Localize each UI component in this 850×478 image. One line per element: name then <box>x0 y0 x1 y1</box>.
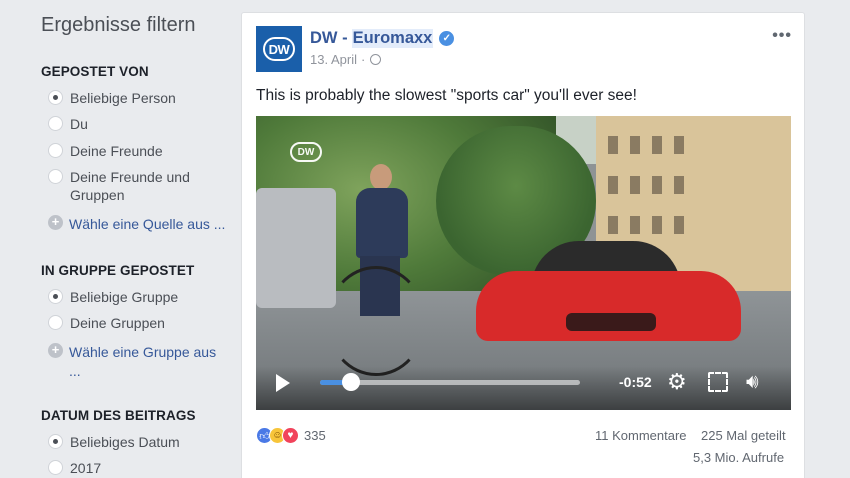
reactions-summary[interactable]: 👍︎ ☺ ♥ 335 <box>256 427 326 444</box>
choose-source-label[interactable]: Wähle eine Quelle aus ... <box>69 215 225 234</box>
section-posted-in-group: IN GRUPPE GEPOSTET <box>41 263 195 278</box>
radio-icon[interactable] <box>48 289 63 304</box>
filter-sidebar: Ergebnisse filtern GEPOSTET VON Beliebig… <box>0 0 240 478</box>
video-bicycle <box>326 266 426 376</box>
page-name-highlight[interactable]: Euromaxx <box>351 29 434 48</box>
radio-icon[interactable] <box>48 116 63 131</box>
video-parked-car <box>256 188 336 308</box>
globe-icon <box>370 54 382 65</box>
option-your-groups[interactable]: Deine Gruppen <box>48 314 165 332</box>
plus-icon: + <box>48 343 63 358</box>
option-any-date[interactable]: Beliebiges Datum <box>48 433 180 451</box>
views-count: 5,3 Mio. Aufrufe <box>693 450 785 465</box>
page-name-prefix[interactable]: DW - <box>310 29 348 48</box>
volume-icon[interactable]: 🔊︎ <box>746 371 759 393</box>
filter-title: Ergebnisse filtern <box>41 14 196 36</box>
option-label: Deine Gruppen <box>70 315 165 331</box>
post-date-link[interactable]: 13. April <box>310 52 357 67</box>
option-2017[interactable]: 2017 <box>48 459 101 477</box>
post-meta: 13. April · <box>310 52 382 67</box>
choose-group-link[interactable]: + Wähle eine Gruppe aus ... <box>41 343 231 381</box>
gear-icon[interactable]: ⚙ <box>667 371 687 393</box>
page-avatar[interactable]: DW <box>256 26 302 72</box>
radio-icon[interactable] <box>48 90 63 105</box>
play-icon[interactable] <box>276 374 290 392</box>
more-options-icon[interactable]: ••• <box>772 27 792 45</box>
section-posted-by: GEPOSTET VON <box>41 64 149 79</box>
plus-icon: + <box>48 215 63 230</box>
video-time-remaining: -0:52 <box>619 374 652 390</box>
post-text: This is probably the slowest "sports car… <box>256 87 637 104</box>
option-friends-and-groups[interactable]: Deine Freunde und Gruppen <box>48 168 218 204</box>
comments-count-link[interactable]: 11 Kommentare <box>595 428 687 443</box>
choose-group-label[interactable]: Wähle eine Gruppe aus ... <box>69 343 231 381</box>
verified-badge-icon: ✓ <box>439 31 455 46</box>
post-card: DW DW - Euromaxx ✓ 13. April · ••• This … <box>241 12 805 478</box>
dw-logo-icon: DW <box>263 37 295 61</box>
option-label: Beliebige Person <box>70 90 176 106</box>
radio-icon[interactable] <box>48 169 63 184</box>
option-label: Deine Freunde <box>70 143 163 159</box>
choose-source-link[interactable]: + Wähle eine Quelle aus ... <box>48 215 233 234</box>
radio-icon[interactable] <box>48 315 63 330</box>
radio-icon[interactable] <box>48 460 63 475</box>
option-label: Beliebiges Datum <box>70 434 180 450</box>
option-you[interactable]: Du <box>48 115 88 133</box>
date-separator: · <box>360 52 366 67</box>
option-label: Deine Freunde und Gruppen <box>70 169 190 203</box>
video-red-car <box>476 241 741 351</box>
section-post-date: DATUM DES BEITRAGS <box>41 408 196 423</box>
dw-watermark-icon: DW <box>290 142 322 162</box>
option-friends[interactable]: Deine Freunde <box>48 142 163 160</box>
reaction-count[interactable]: 335 <box>304 428 326 443</box>
fullscreen-icon[interactable] <box>708 372 728 392</box>
option-label: 2017 <box>70 460 102 476</box>
radio-icon[interactable] <box>48 434 63 449</box>
page-name-link[interactable]: DW - Euromaxx ✓ <box>310 29 455 48</box>
option-any-person[interactable]: Beliebige Person <box>48 89 176 107</box>
video-player[interactable]: DW -0:52 ⚙ 🔊︎ <box>256 116 791 410</box>
option-label: Beliebige Gruppe <box>70 289 179 305</box>
shares-count-link[interactable]: 225 Mal geteilt <box>701 428 786 443</box>
radio-icon[interactable] <box>48 143 63 158</box>
option-label: Du <box>70 116 88 132</box>
option-any-group[interactable]: Beliebige Gruppe <box>48 288 178 306</box>
love-reaction-icon: ♥ <box>282 427 299 444</box>
